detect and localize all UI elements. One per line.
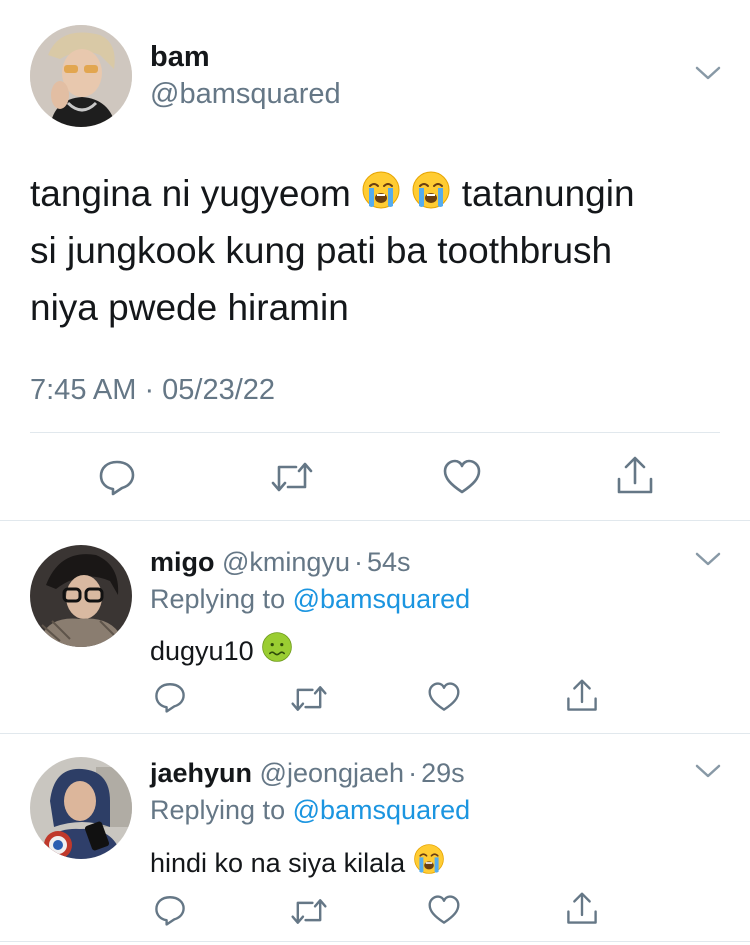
retweet-icon[interactable]: [270, 459, 314, 495]
reply-text: hindi ko na siya kilala: [150, 843, 445, 879]
share-icon[interactable]: [565, 678, 599, 714]
replying-to-line: Replying to @bamsquared: [150, 795, 470, 826]
reply-icon[interactable]: [153, 893, 187, 927]
divider: [0, 941, 750, 942]
reply-text: dugyu10: [150, 631, 293, 667]
time-ago[interactable]: 29s: [421, 758, 465, 788]
avatar[interactable]: [30, 25, 132, 127]
like-icon[interactable]: [442, 458, 482, 496]
avatar-photo: [30, 25, 132, 127]
retweet-icon[interactable]: [290, 896, 328, 927]
display-name[interactable]: bam: [150, 41, 210, 74]
tweet-text-line3: niya pwede hiramin: [30, 287, 349, 328]
separator: ·: [353, 547, 363, 577]
divider: [30, 432, 720, 433]
avatar-photo: [30, 545, 132, 647]
separator: ·: [408, 758, 418, 788]
like-icon[interactable]: [427, 894, 461, 926]
display-name[interactable]: migo: [150, 547, 215, 577]
reply-header: jaehyun @jeongjaeh · 29s: [150, 758, 465, 789]
avatar[interactable]: [30, 545, 132, 647]
replying-to-link[interactable]: @bamsquared: [293, 795, 471, 825]
replying-to-label: Replying to: [150, 795, 286, 825]
like-icon[interactable]: [427, 681, 461, 713]
replying-to-link[interactable]: @bamsquared: [293, 584, 471, 614]
divider: [0, 520, 750, 521]
divider: [0, 733, 750, 734]
loudly-crying-face-icon: [411, 170, 451, 210]
reply-icon[interactable]: [97, 457, 137, 497]
reply-icon[interactable]: [153, 680, 187, 714]
replying-to-line: Replying to @bamsquared: [150, 584, 470, 615]
share-icon[interactable]: [565, 891, 599, 927]
tweet-timestamp[interactable]: 7:45 AM · 05/23/22: [30, 374, 275, 407]
avatar-photo: [30, 757, 132, 859]
display-name[interactable]: jaehyun: [150, 758, 252, 788]
handle[interactable]: @bamsquared: [150, 78, 341, 111]
tweet-text: tangina ni yugyeom tatanungin si jungkoo…: [30, 165, 730, 336]
tweet-text-line2: si jungkook kung pati ba toothbrush: [30, 230, 613, 271]
loudly-crying-face-icon: [361, 170, 401, 210]
avatar[interactable]: [30, 757, 132, 859]
share-icon[interactable]: [615, 455, 655, 497]
tweet-text-line1: tangina ni yugyeom tatanungin: [30, 165, 730, 222]
chevron-down-icon[interactable]: [694, 762, 722, 780]
handle[interactable]: @kmingyu: [222, 547, 350, 577]
chevron-down-icon[interactable]: [694, 64, 722, 82]
handle[interactable]: @jeongjaeh: [260, 758, 405, 788]
loudly-crying-face-icon: [413, 843, 445, 875]
retweet-icon[interactable]: [290, 683, 328, 714]
replying-to-label: Replying to: [150, 584, 286, 614]
chevron-down-icon[interactable]: [694, 550, 722, 568]
reply-header: migo @kmingyu · 54s: [150, 547, 411, 578]
time-ago[interactable]: 54s: [367, 547, 411, 577]
nauseated-face-icon: [261, 631, 293, 663]
